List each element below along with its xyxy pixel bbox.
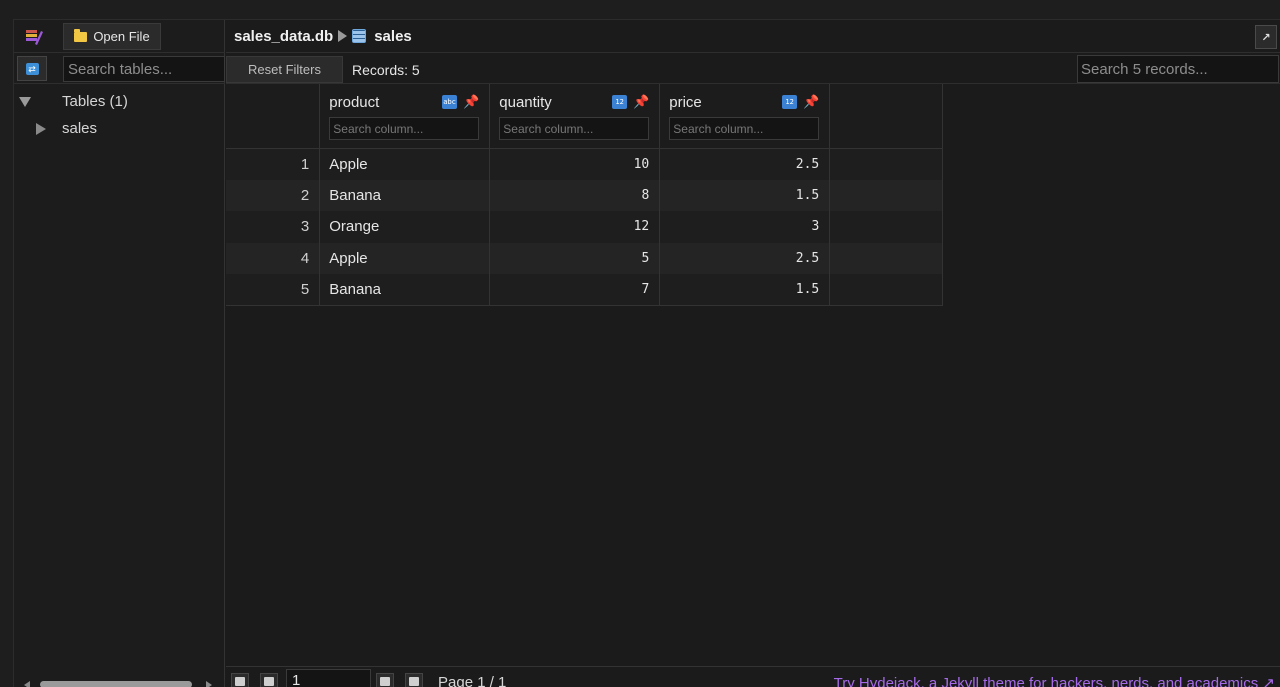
cell-product[interactable]: Orange xyxy=(319,211,491,243)
cell-quantity[interactable]: 7 xyxy=(489,274,661,306)
column-name: price xyxy=(669,93,702,111)
next-page-button[interactable] xyxy=(376,673,394,687)
column-search-input[interactable] xyxy=(669,117,820,140)
tree-item-sales[interactable]: sales xyxy=(14,115,225,142)
filler-cell xyxy=(829,274,943,306)
filler-cell xyxy=(829,242,943,275)
prev-page-button[interactable] xyxy=(260,673,278,687)
text-type-icon: abc xyxy=(442,95,458,109)
open-file-label: Open File xyxy=(93,29,150,44)
sidebar-header: Open File xyxy=(14,20,225,53)
open-file-button[interactable]: Open File xyxy=(63,23,161,50)
table-row[interactable]: 3 Orange 12 3 xyxy=(226,211,943,243)
cell-quantity[interactable]: 10 xyxy=(489,148,661,180)
filler-cell xyxy=(829,179,943,212)
row-index: 3 xyxy=(226,211,321,243)
column-search-input[interactable] xyxy=(329,117,480,140)
breadcrumb-separator-icon xyxy=(338,30,348,42)
column-header-price[interactable]: price 12 📌 xyxy=(659,84,831,148)
collapse-triangle-icon[interactable] xyxy=(19,96,31,107)
pin-icon[interactable]: 📌 xyxy=(463,95,479,109)
pagination-bar: Page 1 / 1 Try Hydejack, a Jekyll theme … xyxy=(226,666,1280,687)
column-name: product xyxy=(329,93,380,111)
reset-filters-label: Reset Filters xyxy=(248,62,321,77)
expand-triangle-icon[interactable] xyxy=(36,122,46,135)
pin-icon[interactable]: 📌 xyxy=(803,95,819,109)
tree-root[interactable]: Tables (1) xyxy=(14,88,225,115)
sidebar-search-row: ⇄ xyxy=(14,53,225,84)
number-type-icon: 12 xyxy=(612,95,628,109)
table-row[interactable]: 5 Banana 7 1.5 xyxy=(226,274,943,306)
scroll-right-icon[interactable] xyxy=(206,681,212,687)
cell-quantity[interactable]: 5 xyxy=(489,242,661,275)
scroll-left-icon[interactable] xyxy=(24,681,30,687)
column-header-product[interactable]: product abc 📌 xyxy=(319,84,491,148)
pin-icon[interactable]: 📌 xyxy=(633,95,649,109)
table-tree: Tables (1) sales xyxy=(14,88,225,142)
reset-filters-button[interactable]: Reset Filters xyxy=(226,56,343,83)
row-index: 1 xyxy=(226,148,321,180)
cell-price[interactable]: 2.5 xyxy=(659,242,831,275)
records-count: Records: 5 xyxy=(352,62,420,78)
column-header-quantity[interactable]: quantity 12 📌 xyxy=(489,84,661,148)
refresh-icon: ⇄ xyxy=(25,62,39,75)
breadcrumb-db: sales_data.db xyxy=(234,27,334,45)
breadcrumb: sales_data.db sales ↗ xyxy=(226,20,1280,53)
column-name: quantity xyxy=(499,93,552,111)
table-search-input[interactable] xyxy=(63,56,225,82)
column-search-input[interactable] xyxy=(499,117,650,140)
filler-cell xyxy=(829,211,943,243)
expand-icon: ↗ xyxy=(1261,31,1271,44)
filler-header xyxy=(829,84,943,148)
cell-quantity[interactable]: 8 xyxy=(489,179,661,212)
first-page-button[interactable] xyxy=(231,673,249,687)
last-page-button[interactable] xyxy=(405,673,423,687)
index-header xyxy=(226,84,321,148)
tree-item-label: sales xyxy=(62,120,98,137)
cell-quantity[interactable]: 12 xyxy=(489,211,661,243)
first-page-icon xyxy=(235,676,245,686)
row-index: 5 xyxy=(226,274,321,306)
cell-price[interactable]: 2.5 xyxy=(659,148,831,180)
table-row[interactable]: 2 Banana 8 1.5 xyxy=(226,179,943,212)
cell-price[interactable]: 3 xyxy=(659,211,831,243)
folder-icon xyxy=(74,28,88,42)
cell-price[interactable]: 1.5 xyxy=(659,179,831,212)
cell-product[interactable]: Apple xyxy=(319,148,491,180)
row-index: 4 xyxy=(226,242,321,275)
prev-page-icon xyxy=(264,676,274,686)
page-number-input[interactable] xyxy=(286,669,371,687)
table-icon xyxy=(352,29,367,43)
cell-product[interactable]: Apple xyxy=(319,242,491,275)
table-row[interactable]: 4 Apple 5 2.5 xyxy=(226,242,943,275)
app-window: Open File ⇄ Tables (1) sales xyxy=(13,19,1280,687)
app-logo-icon xyxy=(26,30,43,45)
expand-button[interactable]: ↗ xyxy=(1255,25,1277,49)
tree-root-label: Tables (1) xyxy=(62,93,128,110)
filler-cell xyxy=(829,148,943,180)
refresh-button[interactable]: ⇄ xyxy=(17,56,47,81)
records-search-input[interactable] xyxy=(1077,55,1279,83)
cell-price[interactable]: 1.5 xyxy=(659,274,831,306)
cell-product[interactable]: Banana xyxy=(319,274,491,306)
last-page-icon xyxy=(409,676,419,686)
table-row[interactable]: 1 Apple 10 2.5 xyxy=(226,148,943,180)
data-grid: product abc 📌 quantity 12 xyxy=(226,84,943,306)
row-index: 2 xyxy=(226,179,321,212)
sidebar-scrollbar[interactable] xyxy=(14,678,225,687)
scrollbar-thumb[interactable] xyxy=(40,681,192,687)
grid-header-row: product abc 📌 quantity 12 xyxy=(226,84,943,148)
next-page-icon xyxy=(380,676,390,686)
breadcrumb-table: sales xyxy=(374,27,412,45)
sidebar: Open File ⇄ Tables (1) sales xyxy=(14,20,225,687)
cell-product[interactable]: Banana xyxy=(319,179,491,212)
main-panel: sales_data.db sales ↗ Reset Filters Reco… xyxy=(226,20,1280,687)
page-label: Page 1 / 1 xyxy=(438,674,507,687)
promo-link[interactable]: Try Hydejack, a Jekyll theme for hackers… xyxy=(834,674,1275,687)
number-type-icon: 12 xyxy=(782,95,798,109)
toolbar: Reset Filters Records: 5 xyxy=(226,53,1280,84)
